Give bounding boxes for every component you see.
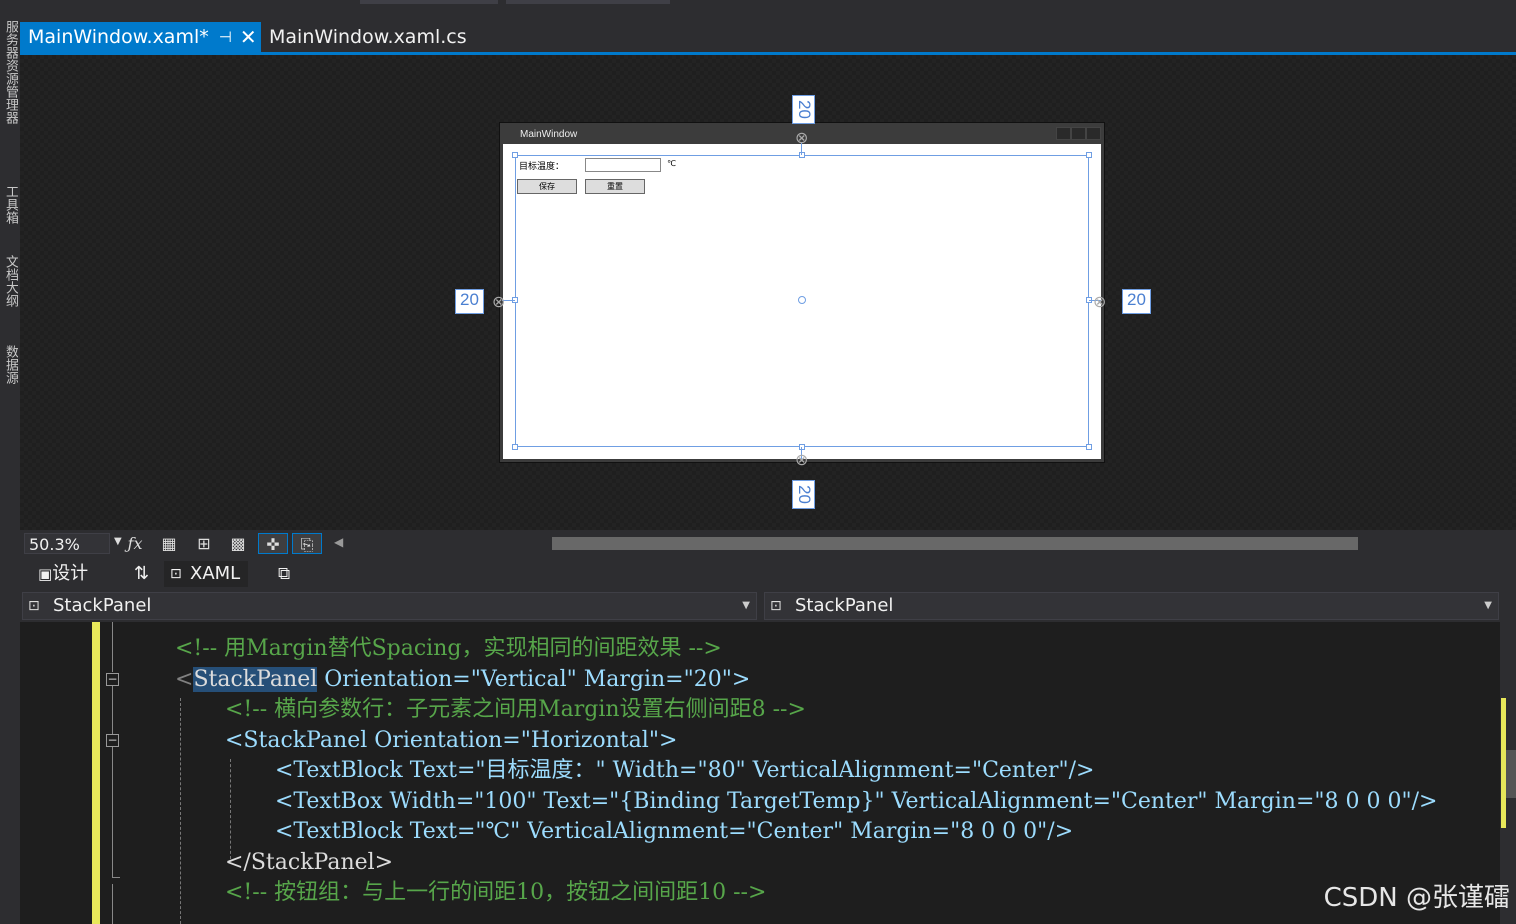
view-switch-bar: ▣设计 ⇅ ⊡ XAML ⧉ [20,557,1516,590]
code-line-stackpanel-horizontal[interactable]: <StackPanel Orientation="Horizontal"> [225,726,677,756]
side-tab-document-outline[interactable]: 文档大纲 [2,255,18,330]
code-line-comment[interactable]: <!-- 横向参数行：子元素之间用Margin设置右侧间距8 --> [225,695,806,725]
resize-handle[interactable] [1086,444,1092,450]
selection-adorner[interactable] [512,152,1092,450]
design-label: 设计 [52,563,89,584]
project-code-icon[interactable]: ⎘ [292,533,322,554]
top-bar [20,0,1516,22]
chain-link-icon[interactable]: ⊗ [795,128,808,147]
indent-guide [230,759,231,859]
indent-guide [180,698,181,924]
maximize-icon [1071,127,1086,140]
window-title: MainWindow [520,129,578,140]
navigation-bar: ⊡ StackPanel ▼ ⊡ StackPanel ▼ [20,590,1516,622]
line-gutter [20,622,90,924]
chevron-down-icon[interactable]: ▼ [742,593,750,619]
chevron-down-icon[interactable]: ▼ [114,536,122,547]
element-icon: ⊡ [770,598,782,614]
chain-link-icon[interactable]: ⊗ [1093,292,1106,311]
dropdown-value: StackPanel [795,595,894,616]
scroll-left-icon[interactable]: ◀ [334,535,343,549]
xaml-view-tab[interactable]: ⊡ XAML [164,561,249,587]
resize-handle[interactable] [512,444,518,450]
element-icon: ⊡ [28,598,40,614]
chevron-down-icon[interactable]: ▼ [1484,593,1492,619]
fold-line [112,884,113,924]
close-icon [1086,127,1101,140]
fx-icon[interactable]: ƒx [124,533,146,554]
grid-icon[interactable]: ▦ [158,533,180,554]
dropdown-value: StackPanel [53,595,152,616]
watermark: CSDN @张谨礌 [1323,883,1510,913]
collapse-icon[interactable]: − [106,673,119,686]
checker-icon[interactable]: ▩ [227,533,249,554]
xaml-icon: ⊡ [170,566,182,582]
snap-grid-icon[interactable]: ⊞ [193,533,215,554]
horizontal-scrollbar[interactable] [552,537,1358,550]
element-dropdown-right[interactable]: ⊡ StackPanel ▼ [764,592,1499,620]
close-icon[interactable]: ✕ [240,25,257,49]
xaml-label: XAML [190,563,241,584]
change-indicator [92,622,100,924]
code-line-stackpanel-open[interactable]: <StackPanel Orientation="Vertical" Margi… [175,665,750,695]
collapse-icon[interactable]: − [106,734,119,747]
margin-bottom-badge: 20 [792,480,815,509]
resize-handle[interactable] [799,152,805,158]
xaml-code-editor[interactable]: − − <!-- 用Margin替代Spacing，实现相同的间距效果 --> … [20,622,1500,924]
left-tool-strip: 服务器资源管理器 工具箱 文档大纲 数据源 [0,0,20,924]
bracket: < [175,667,194,692]
margin-left-badge: 20 [455,289,484,314]
tab-mainwindow-xaml[interactable]: MainWindow.xaml* ⊣ ✕ [20,22,261,52]
side-tab-server-explorer[interactable]: 服务器资源管理器 [2,20,18,170]
attributes: Orientation="Vertical" Margin="20"> [317,667,751,692]
swap-panes-button[interactable]: ⇅ [134,561,149,587]
fold-line [112,686,113,734]
design-view-tab[interactable]: ▣设计 [38,561,88,587]
fold-line [112,747,113,877]
design-icon: ▣ [38,565,53,583]
zoom-combobox[interactable]: 50.3% [24,533,110,554]
tag-name: StackPanel [193,667,318,692]
popout-icon[interactable]: ⧉ [278,561,290,587]
tab-label: MainWindow.xaml* [28,26,209,48]
document-tab-strip: MainWindow.xaml* ⊣ ✕ MainWindow.xaml.cs [20,22,1516,52]
pin-icon[interactable]: ⊣ [219,28,232,46]
fold-line [112,622,113,672]
margin-right-badge: 20 [1122,289,1151,314]
top-tab-ghost [360,0,498,4]
fold-end [112,877,120,878]
tab-mainwindow-xaml-cs[interactable]: MainWindow.xaml.cs [261,22,481,52]
side-tab-toolbox[interactable]: 工具箱 [2,185,18,245]
code-line-textbox[interactable]: <TextBox Width="100" Text="{Binding Targ… [275,787,1437,817]
chain-link-icon[interactable]: ⊗ [492,292,505,311]
snap-lines-icon[interactable]: ✜ [258,533,288,554]
top-tab-ghost [506,0,670,4]
code-line-comment[interactable]: <!-- 用Margin替代Spacing，实现相同的间距效果 --> [175,634,722,664]
designer-toolbar: 50.3% ▼ ƒx ▦ ⊞ ▩ ✜ ⎘ ◀ [20,530,1516,557]
margin-top-badge: 20 [792,95,815,124]
minimize-icon [1056,127,1071,140]
side-tab-data-sources[interactable]: 数据源 [2,345,18,405]
center-handle[interactable] [798,296,806,304]
scroll-thumb[interactable] [1506,750,1516,798]
chain-link-icon[interactable]: ⊗ [795,450,808,469]
code-line-textblock[interactable]: <TextBlock Text="目标温度：" Width="80" Verti… [275,756,1094,786]
resize-handle[interactable] [512,152,518,158]
resize-handle[interactable] [1086,152,1092,158]
tab-label: MainWindow.xaml.cs [269,26,467,48]
code-line-textblock-unit[interactable]: <TextBlock Text="℃" VerticalAlignment="C… [275,817,1073,847]
element-dropdown-left[interactable]: ⊡ StackPanel ▼ [22,592,757,620]
code-line-stackpanel-close[interactable]: </StackPanel> [225,848,393,878]
code-line-comment[interactable]: <!-- 按钮组：与上一行的间距10，按钮之间间距10 --> [225,878,766,908]
